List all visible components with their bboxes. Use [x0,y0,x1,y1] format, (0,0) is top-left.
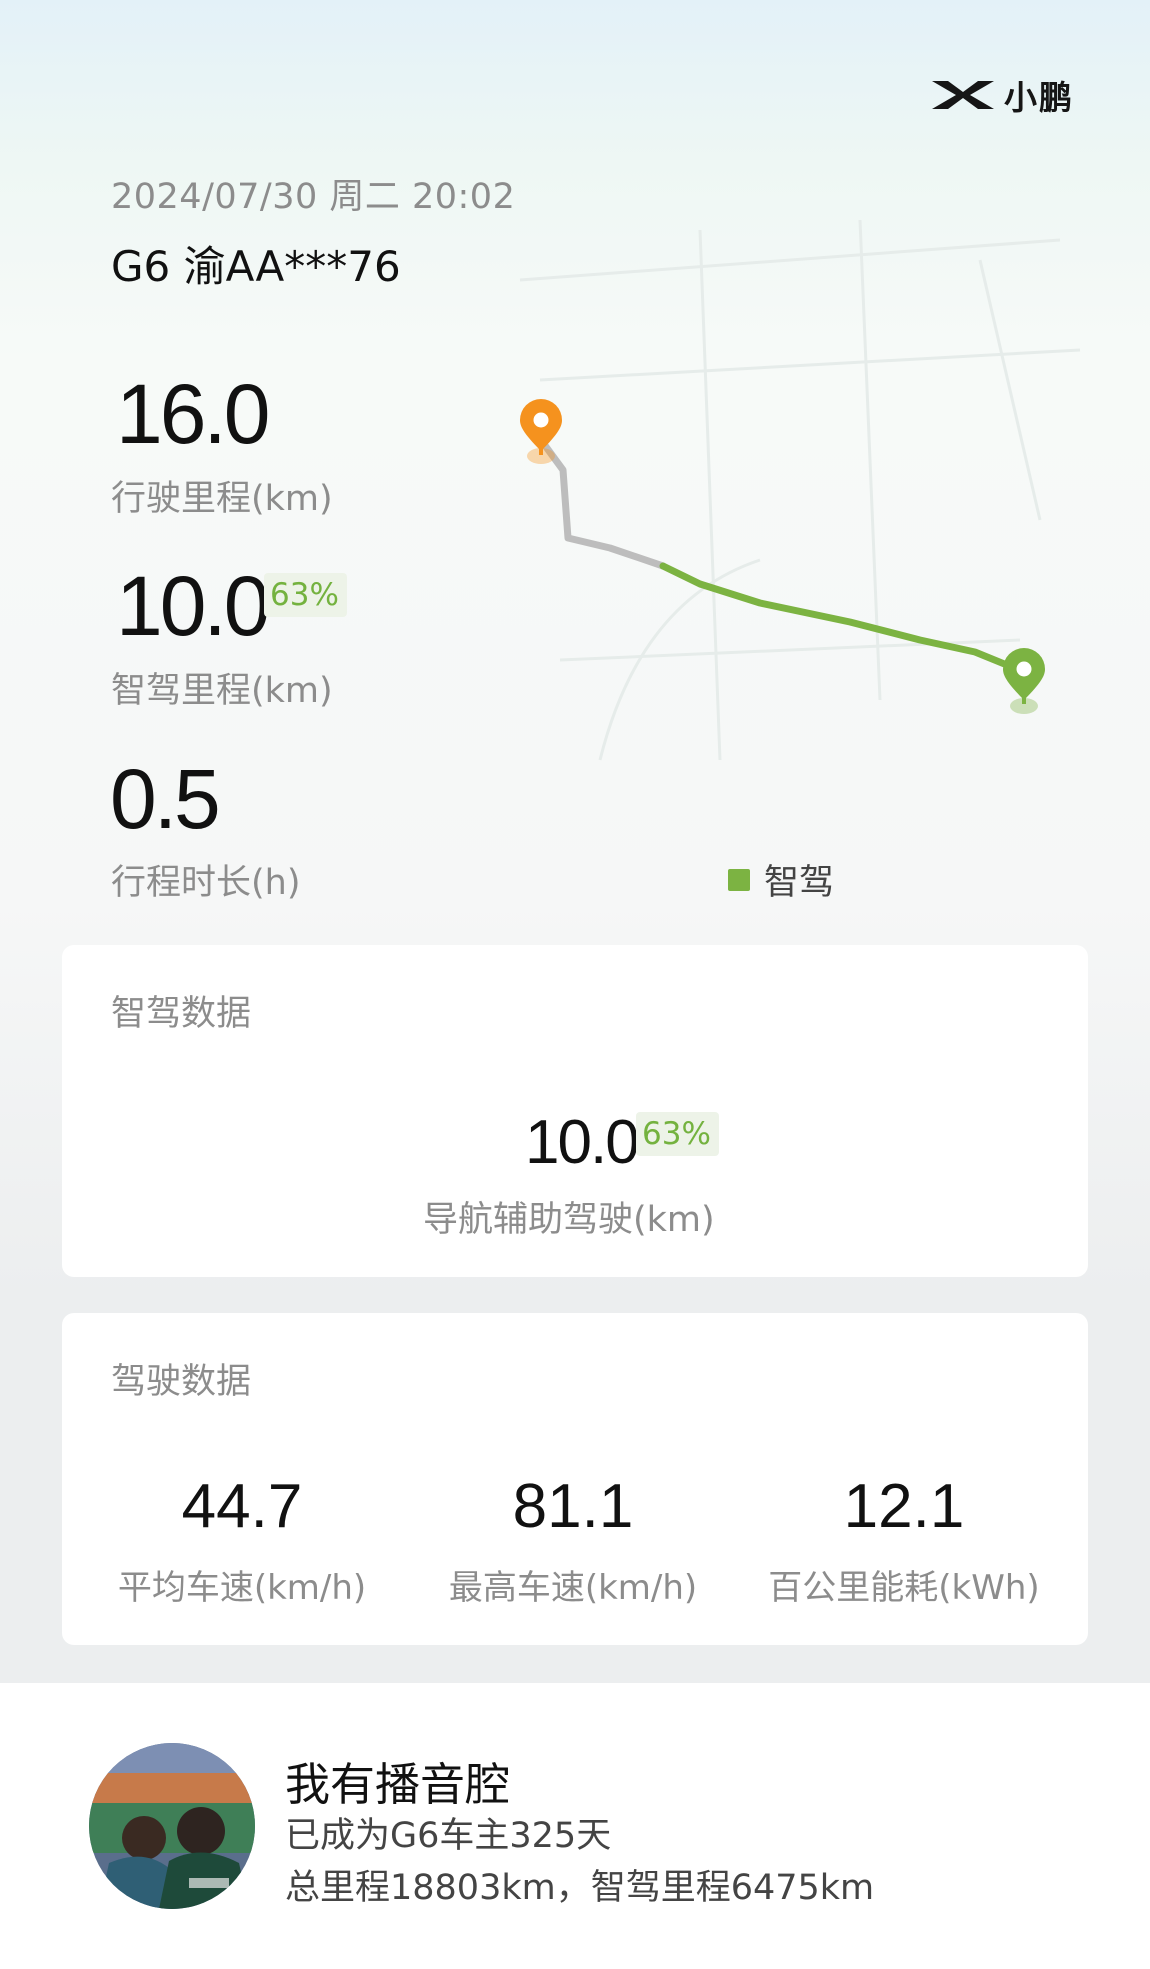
max-speed-label: 最高车速(km/h) [448,1568,698,1608]
smart-drive-data-card: 智驾数据 10.0 63% 导航辅助驾驶(km) [62,945,1088,1277]
route-map[interactable] [480,200,1100,800]
average-speed-label: 平均车速(km/h) [117,1568,367,1608]
duration-label: 行程时长(h) [111,863,301,903]
end-location-pin-icon [1003,648,1045,714]
map-street-lines [519,219,1081,761]
brand-name: 小鹏 [1004,78,1074,117]
smart-drive-card-title: 智驾数据 [111,994,252,1034]
smart-distance-value: 10.0 [116,559,270,653]
assisted-driving-label: 导航辅助驾驶(km) [423,1200,715,1240]
owner-mileage: 总里程18803km，智驾里程6475km [285,1868,875,1908]
max-speed-value: 81.1 [512,1472,634,1541]
average-speed-metric: 44.7 平均车速(km/h) [77,1476,407,1609]
assisted-driving-percent-badge: 63% [636,1112,719,1156]
assisted-driving-value: 10.0 [525,1108,640,1177]
smart-distance-percent-badge: 63% [264,573,347,617]
smart-drive-legend-label: 智驾 [764,863,835,903]
average-speed-value: 44.7 [181,1472,303,1541]
owner-name: 我有播音腔 [285,1758,511,1811]
avatar-photo [89,1743,255,1909]
manual-route-line [537,436,667,570]
trip-date: 2024/07/30 周二 20:02 [111,177,516,217]
smart-distance-label: 智驾里程(km) [111,671,333,711]
smart-drive-legend-swatch [728,868,750,891]
driving-data-card: 驾驶数据 44.7 平均车速(km/h) 81.1 最高车速(km/h) 12.… [62,1313,1088,1645]
distance-value: 16.0 [116,367,270,461]
energy-consumption-value: 12.1 [843,1472,965,1541]
driving-card-title: 驾驶数据 [111,1362,252,1402]
ownership-duration: 已成为G6车主325天 [285,1816,612,1856]
energy-consumption-metric: 12.1 百公里能耗(kWh) [739,1476,1069,1609]
energy-consumption-label: 百公里能耗(kWh) [768,1568,1040,1608]
max-speed-metric: 81.1 最高车速(km/h) [408,1476,738,1609]
vehicle-plate: G6 渝AA***76 [111,242,401,291]
xpeng-logo-icon [932,81,994,109]
brand-logo: 小鹏 [930,74,1074,117]
avatar[interactable] [89,1743,255,1909]
map-legend: 智驾 [728,854,834,905]
duration-value: 0.5 [110,752,221,846]
distance-label: 行驶里程(km) [111,479,333,519]
